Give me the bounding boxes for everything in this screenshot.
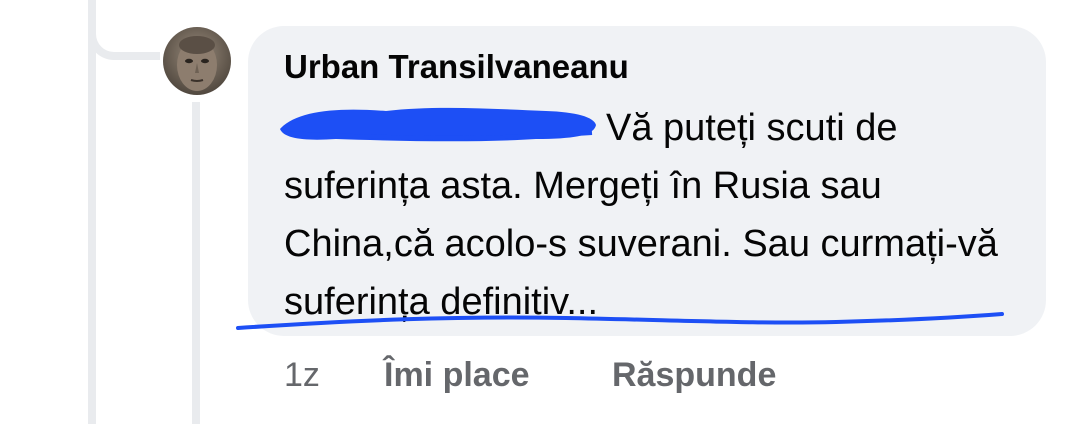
hand-drawn-underline xyxy=(236,312,1004,330)
thread-connector xyxy=(88,0,160,60)
comment-timestamp[interactable]: 1z xyxy=(284,356,320,395)
reply-button[interactable]: Răspunde xyxy=(612,356,776,395)
thread-line xyxy=(88,0,96,424)
reply-thread-line xyxy=(192,102,200,424)
avatar[interactable] xyxy=(163,27,231,95)
user-face-icon xyxy=(177,36,217,91)
redaction-scribble xyxy=(280,107,596,142)
like-button[interactable]: Îmi place xyxy=(384,356,530,395)
comment-author-name[interactable]: Urban Transilvaneanu xyxy=(284,48,629,86)
